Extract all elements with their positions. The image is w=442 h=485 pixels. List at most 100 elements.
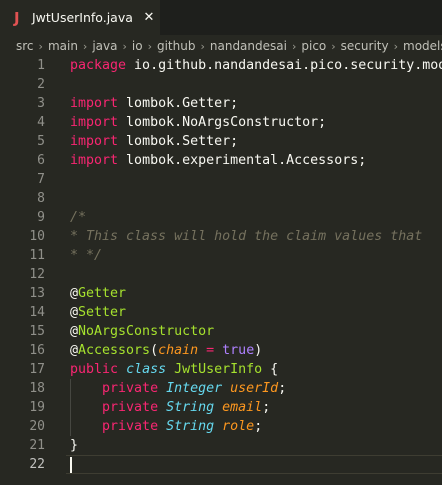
breadcrumb-separator-icon: › [147, 40, 152, 53]
code-text: private String email; [70, 398, 270, 417]
code-token: true [222, 343, 255, 358]
code-token: lombok.experimental.Accessors; [118, 153, 367, 168]
code-line[interactable]: 10 * This class will hold the claim value… [0, 227, 442, 246]
editor-tab-active[interactable]: J JwtUserInfo.java ✕ [0, 0, 160, 35]
code-line[interactable]: 22 [0, 455, 442, 474]
code-line[interactable]: 13 @Getter [0, 284, 442, 303]
code-line[interactable]: 8 [0, 189, 442, 208]
code-token: JwtUserInfo [174, 362, 263, 377]
close-icon[interactable]: ✕ [143, 10, 155, 25]
breadcrumb-item[interactable]: main [48, 39, 78, 53]
code-text: /* [70, 208, 86, 227]
breadcrumb-separator-icon: › [331, 40, 336, 53]
code-text: private String role; [70, 417, 262, 436]
code-token: package [70, 58, 127, 73]
code-token: userId [230, 381, 279, 396]
line-number: 3 [37, 96, 45, 111]
java-file-icon: J [14, 8, 20, 27]
code-text: @NoArgsConstructor [70, 322, 214, 341]
breadcrumb-separator-icon: › [38, 40, 43, 53]
code-token: @ [70, 305, 79, 320]
line-number: 11 [29, 248, 45, 263]
line-number: 18 [29, 381, 45, 396]
code-token: { [262, 362, 279, 377]
code-line[interactable]: 3 import lombok.Getter; [0, 94, 442, 113]
breadcrumb-item[interactable]: src [16, 39, 34, 53]
code-token: import [70, 115, 119, 130]
code-token: = [206, 343, 215, 358]
code-line[interactable]: 2 [0, 75, 442, 94]
code-token: lombok.Setter; [118, 134, 239, 149]
line-number: 8 [37, 191, 45, 206]
code-line[interactable]: 9 /* [0, 208, 442, 227]
code-line[interactable]: 20 private String role; [0, 417, 442, 436]
breadcrumb-item[interactable]: github [157, 39, 195, 53]
line-number: 13 [29, 286, 45, 301]
code-line[interactable]: 5 import lombok.Setter; [0, 132, 442, 151]
code-token: * This class will hold the claim values … [70, 229, 423, 244]
code-token: io.github.nandandesai.pico.security.mode… [134, 58, 442, 73]
code-token: email [222, 400, 263, 415]
code-token: Getter [78, 286, 127, 301]
breadcrumb: src › main › java › io › github › nandandesai › pico… [0, 36, 442, 56]
code-text: * This class will hold the claim values … [70, 227, 422, 246]
line-number: 6 [37, 153, 45, 168]
code-line[interactable]: 21} [0, 436, 442, 455]
code-text: public class JwtUserInfo { [70, 360, 278, 379]
line-number: 2 [37, 77, 45, 92]
line-number: 19 [29, 400, 45, 415]
code-text: import lombok.Setter; [70, 132, 238, 151]
code-line[interactable]: 19 private String email; [0, 398, 442, 417]
breadcrumb-separator-icon: › [200, 40, 205, 53]
line-number: 16 [29, 343, 45, 358]
code-token: public [70, 362, 119, 377]
code-line[interactable]: 17 public class JwtUserInfo { [0, 360, 442, 379]
line-number: 10 [29, 229, 45, 244]
code-line[interactable]: 18 private Integer userId; [0, 379, 442, 398]
code-token: String [166, 419, 215, 434]
code-token: ; [278, 381, 287, 396]
breadcrumb-item[interactable]: models [403, 39, 442, 53]
code-token: Integer [166, 381, 223, 396]
line-number: 14 [29, 305, 45, 320]
code-token: import [70, 153, 119, 168]
code-text: @Getter [70, 284, 126, 303]
code-token: @ [70, 343, 79, 358]
code-editor[interactable]: 1 package io.github.nandandesai.pico.secu… [0, 56, 442, 485]
code-token: NoArgsConstructor [78, 324, 215, 339]
code-line[interactable]: 15 @NoArgsConstructor [0, 322, 442, 341]
line-number: 12 [29, 267, 45, 282]
breadcrumb-item[interactable]: java [92, 39, 117, 53]
code-token: lombok.Getter; [118, 96, 239, 111]
code-token: import [70, 96, 119, 111]
breadcrumb-item[interactable]: security [341, 39, 389, 53]
breadcrumb-item[interactable]: io [132, 39, 143, 53]
line-number: 22 [29, 457, 45, 472]
text-cursor [70, 457, 72, 473]
code-token: * */ [70, 248, 103, 263]
code-text: import lombok.Getter; [70, 94, 238, 113]
code-line[interactable]: 4 import lombok.NoArgsConstructor; [0, 113, 442, 132]
line-number: 20 [29, 419, 45, 434]
line-number: 17 [29, 362, 45, 377]
code-line[interactable]: 1 package io.github.nandandesai.pico.secu… [0, 56, 442, 75]
code-line[interactable]: 6 import lombok.experimental.Accessors; [0, 151, 442, 170]
code-line[interactable]: 7 [0, 170, 442, 189]
code-line[interactable]: 16 @Accessors(chain = true) [0, 341, 442, 360]
code-line[interactable]: 12 [0, 265, 442, 284]
breadcrumb-item[interactable]: pico [301, 39, 326, 53]
breadcrumb-item[interactable]: nandandesai [210, 39, 287, 53]
code-token: private [102, 400, 159, 415]
code-line[interactable]: 11 * */ [0, 246, 442, 265]
code-line[interactable]: 14 @Setter [0, 303, 442, 322]
code-token: /* [70, 210, 87, 225]
